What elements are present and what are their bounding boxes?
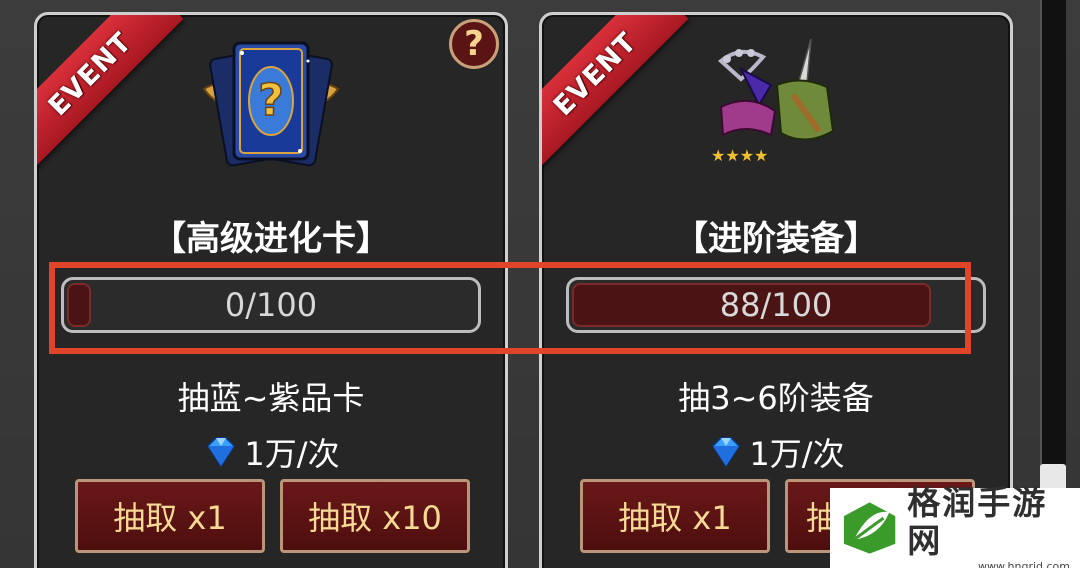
progress-text: 0/100 — [224, 286, 318, 324]
watermark-text: 格润手游网 www.hngrjd.com — [907, 482, 1080, 568]
equipment-set-icon: ★★★★ — [711, 38, 835, 165]
watermark: 格润手游网 www.hngrjd.com — [830, 483, 1080, 568]
watermark-name: 格润手游网 — [907, 482, 1048, 560]
progress-bar: 0/100 — [61, 277, 481, 333]
cost-text: 1万/次 — [244, 435, 340, 473]
event-ribbon-label: EVENT — [42, 26, 138, 122]
draw-x1-button[interactable]: 抽取 x1 — [75, 479, 265, 553]
draw-x10-button[interactable]: 抽取 x10 — [280, 479, 470, 553]
progress-bar: 88/100 — [566, 277, 986, 333]
watermark-url: www.hngrjd.com — [978, 559, 1070, 568]
draw-x1-button[interactable]: 抽取 x1 — [580, 479, 770, 553]
svg-text:?: ? — [258, 75, 284, 126]
gacha-screen: EVENT ? ? 【高级进化卡】 0/100 抽蓝~紫品卡 1万/次 抽取 x… — [0, 0, 1080, 568]
cost-text: 1万/次 — [749, 435, 845, 473]
card-description: 抽3~6阶装备 — [678, 379, 874, 417]
event-ribbon-label: EVENT — [547, 26, 643, 122]
event-ribbon: EVENT — [37, 15, 184, 168]
diamond-icon — [207, 437, 236, 468]
card-description: 抽蓝~紫品卡 — [177, 379, 365, 417]
svg-text:★★★★: ★★★★ — [711, 146, 768, 165]
card-evolution: EVENT ? ? 【高级进化卡】 0/100 抽蓝~紫品卡 1万/次 抽取 x… — [34, 12, 508, 568]
event-ribbon: EVENT — [542, 15, 689, 168]
diamond-icon — [712, 437, 741, 468]
help-button[interactable]: ? — [449, 19, 499, 69]
cost-row: 1万/次 — [542, 429, 1010, 475]
card-title: 【高级进化卡】 — [152, 219, 390, 259]
progress-text: 88/100 — [719, 286, 833, 324]
leaf-logo-icon — [843, 502, 896, 554]
cost-row: 1万/次 — [37, 429, 505, 475]
mystery-card-icon: ? — [202, 41, 340, 167]
question-icon: ? — [464, 24, 484, 64]
card-title: 【进阶装备】 — [674, 219, 878, 259]
